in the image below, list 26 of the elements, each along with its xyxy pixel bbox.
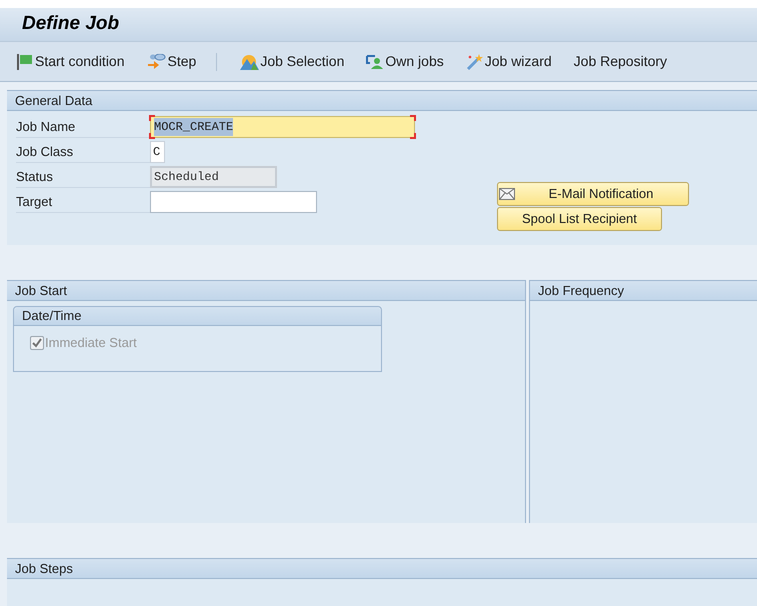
input-field[interactable] <box>150 191 317 213</box>
toolbar-button[interactable]: Job Selection <box>239 51 344 72</box>
section-header: Job Frequency <box>530 280 757 301</box>
flag-icon <box>16 54 34 70</box>
person-icon <box>366 54 384 70</box>
action-button[interactable]: E-Mail Notification <box>497 182 689 206</box>
envelope-icon <box>499 188 515 200</box>
toolbar-button[interactable]: Job Repository <box>574 51 668 72</box>
section-header: General Data <box>7 90 757 111</box>
wand-icon <box>466 54 484 70</box>
input-field[interactable]: C <box>150 141 165 163</box>
checkbox-label: Immediate Start <box>45 334 137 352</box>
toolbar-button[interactable]: Start condition <box>16 51 124 72</box>
field-label: Job Name <box>16 116 150 138</box>
toolbar-button[interactable]: Job wizard <box>466 51 552 72</box>
mountain-icon <box>239 54 260 70</box>
status-field: Scheduled <box>150 166 277 188</box>
group-header: Date/Time <box>14 307 381 326</box>
toolbar-button[interactable]: Own jobs <box>366 51 444 72</box>
toolbar-button[interactable]: Step <box>146 51 196 72</box>
action-button[interactable]: Spool List Recipient <box>497 207 662 231</box>
input-field[interactable]: MOCR_CREATE <box>150 116 415 138</box>
window-title: Define Job <box>22 12 120 36</box>
section-header: Job Start <box>7 280 525 301</box>
step-icon <box>146 54 166 70</box>
section-header: Job Steps <box>7 558 757 579</box>
